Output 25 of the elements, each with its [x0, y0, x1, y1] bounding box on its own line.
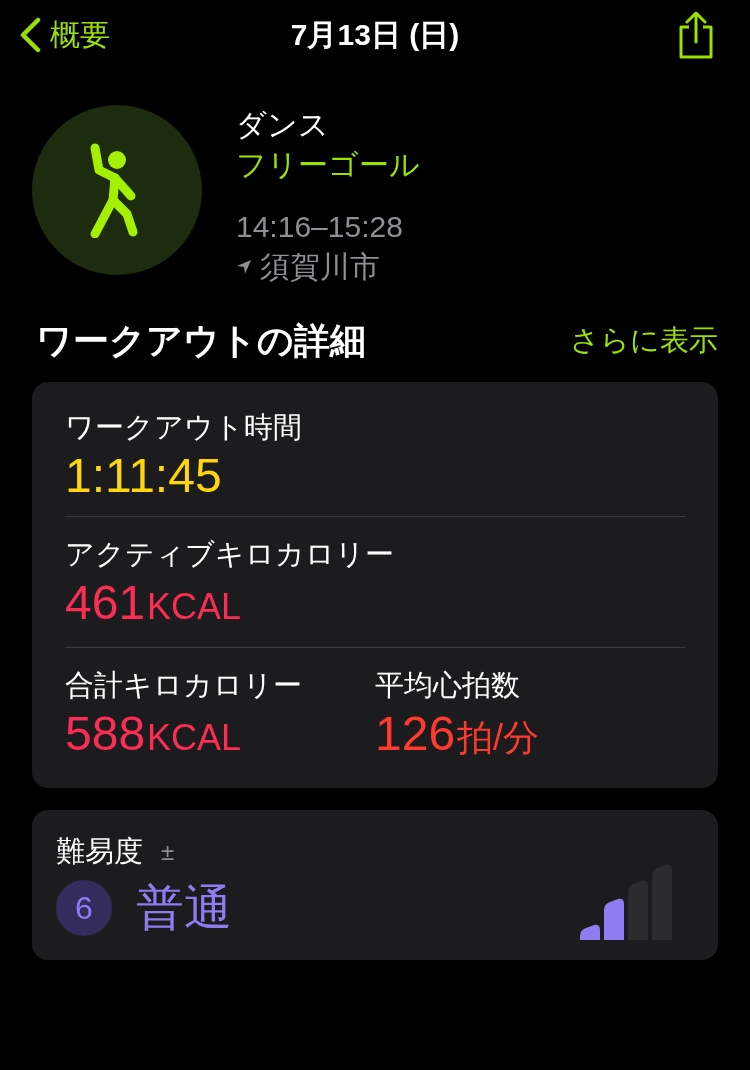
metric-label: アクティブキロカロリー [65, 537, 395, 572]
metric-label: 平均心拍数 [375, 668, 521, 703]
metric-unit: KCAL [147, 585, 242, 629]
workout-goal: フリーゴール [236, 147, 420, 183]
effort-rating: 普通 [136, 880, 232, 936]
adjust-icon[interactable]: ± [161, 838, 175, 866]
location-arrow-icon [236, 259, 252, 275]
metric-value: 126 [375, 706, 456, 762]
workout-type: ダンス [236, 107, 330, 143]
location: 須賀川市 [260, 249, 380, 285]
effort-score-badge: 6 [56, 880, 112, 936]
metric-label: ワークアウト時間 [65, 410, 303, 445]
nav-title: 7月13日 (日) [290, 16, 460, 53]
effort-label: 難易度 [56, 834, 143, 869]
metric-value: 588 [65, 706, 146, 762]
back-button[interactable]: 概要 [18, 14, 110, 56]
metric-value: 461 [65, 575, 146, 631]
show-more-link[interactable]: さらに表示 [570, 321, 718, 361]
metric-unit: 拍/分 [457, 716, 540, 760]
time-range: 14:16–15:28 [236, 209, 404, 245]
section-title: ワークアウトの詳細 [35, 318, 366, 363]
metric-unit: KCAL [147, 716, 242, 760]
metric-label: 合計キロカロリー [65, 668, 303, 703]
chevron-left-icon [18, 17, 42, 53]
metric-value: 1:11:45 [65, 448, 222, 504]
